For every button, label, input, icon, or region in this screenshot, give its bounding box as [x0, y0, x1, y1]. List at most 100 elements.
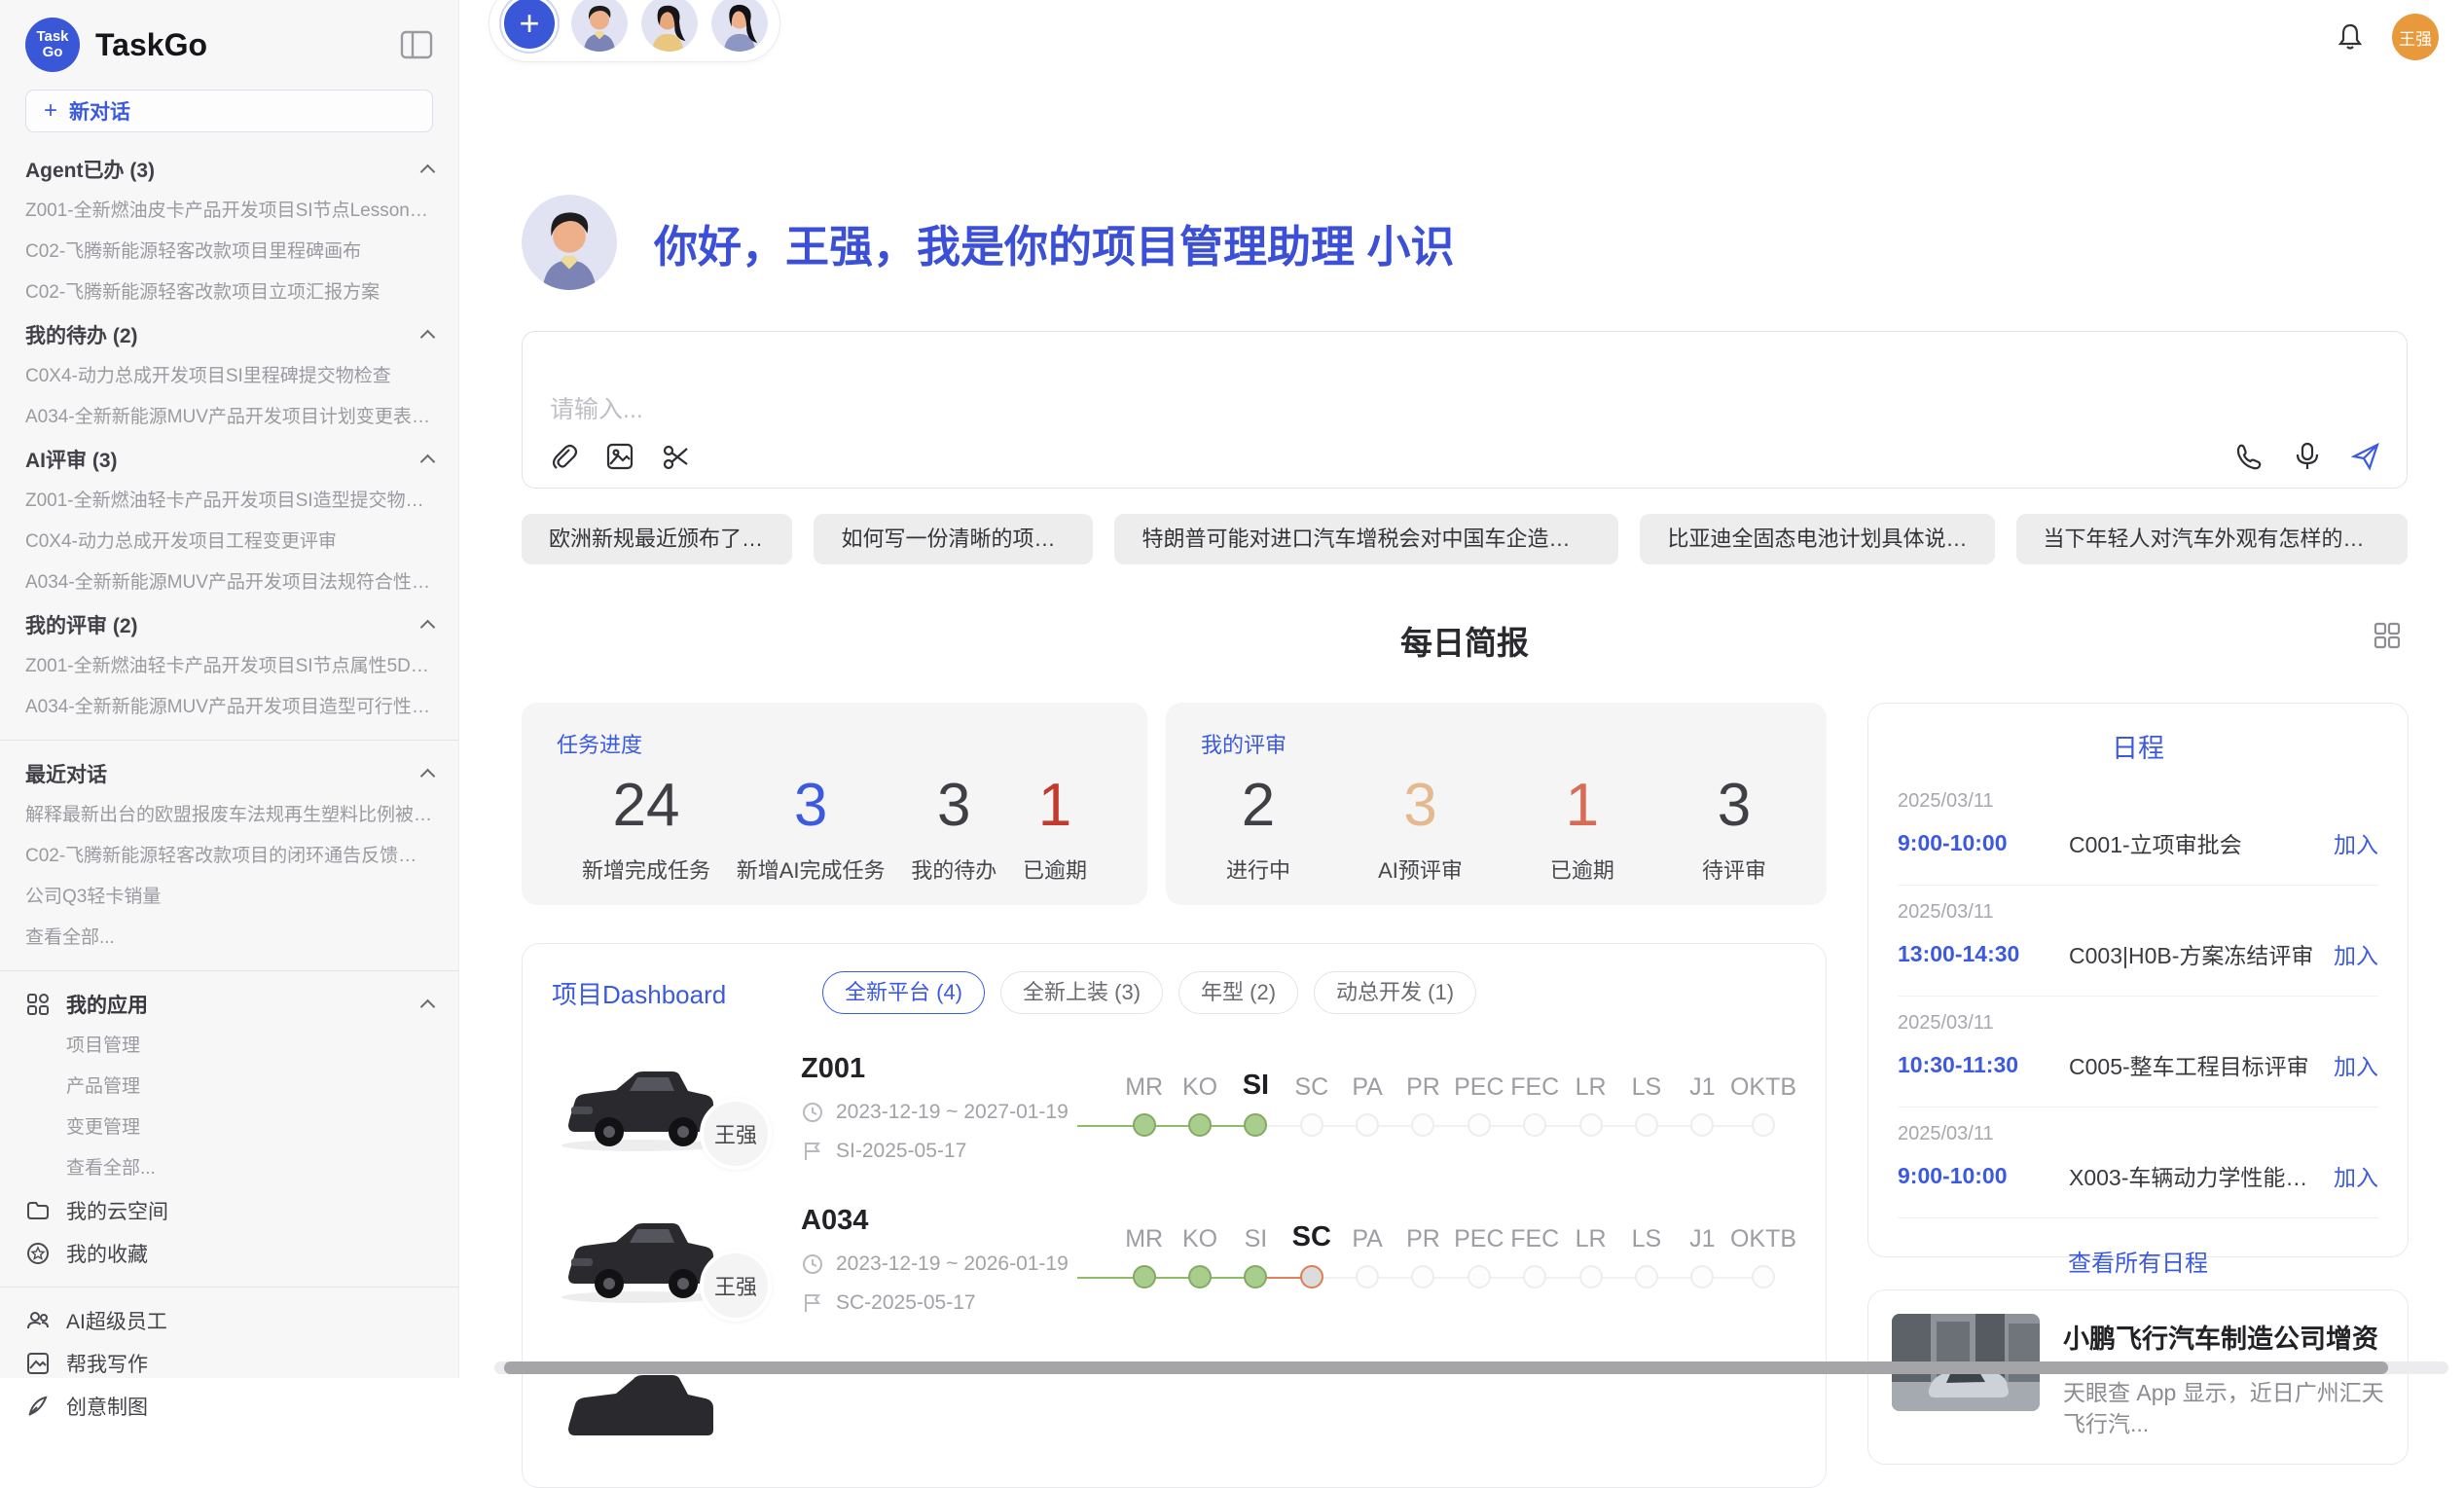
horizontal-scrollbar-thumb[interactable]: [504, 1361, 2388, 1374]
filter-powertrain[interactable]: 动总开发 (1): [1314, 971, 1476, 1014]
attach-icon[interactable]: [548, 441, 579, 472]
milestone-dot: [1690, 1265, 1714, 1288]
view-all-schedule-link[interactable]: 查看所有日程: [1898, 1244, 2378, 1278]
owner-badge: 王强: [700, 1250, 772, 1322]
sidebar-item-favorites[interactable]: 我的收藏: [0, 1232, 458, 1275]
clock-icon: [801, 1252, 824, 1276]
stat-overdue: 1 已逾期: [1023, 771, 1087, 885]
right-column: 日程 2025/03/11 9:00-10:00 C001-立项审批会 加入 2…: [1867, 703, 2409, 1465]
sidebar-item-product-mgmt[interactable]: 产品管理: [0, 1067, 458, 1107]
image-icon[interactable]: [604, 441, 635, 472]
suggestion-chip[interactable]: 如何写一份清晰的项目周报: [814, 514, 1093, 564]
horizontal-scrollbar-track[interactable]: [494, 1361, 2448, 1374]
project-row[interactable]: 王强 A034 2023-12-19 ~ 2026-01-19: [552, 1201, 1796, 1318]
section-agent-done[interactable]: Agent已办 (3): [0, 148, 458, 191]
project-image: 王强: [552, 1049, 746, 1166]
notification-bell-icon[interactable]: [2336, 21, 2365, 53]
list-item[interactable]: C02-飞腾新能源轻客改款项目里程碑画布: [0, 232, 458, 272]
milestone-dot: [1133, 1265, 1156, 1288]
milestone-dot-risk: [1300, 1265, 1323, 1288]
section-my-todo[interactable]: 我的待办 (2): [0, 313, 458, 356]
list-item[interactable]: Z001-全新燃油皮卡产品开发项目SI节点Lesson Learn报告: [0, 191, 458, 232]
people-icon: [25, 1308, 51, 1333]
suggestion-chip[interactable]: 特朗普可能对进口汽车增税会对中国车企造成哪些影响: [1114, 514, 1618, 564]
chat-input[interactable]: 请输入...: [522, 331, 2408, 489]
greeting-text: 你好，王强，我是你的项目管理助理 小识: [654, 211, 1455, 274]
join-link[interactable]: 加入: [2334, 1048, 2378, 1081]
list-item[interactable]: 解释最新出台的欧盟报废车法规再生塑料比例被调至15%...: [0, 795, 458, 836]
daily-briefing-title: 每日简报: [1400, 625, 1529, 661]
list-item[interactable]: C0X4-动力总成开发项目SI里程碑提交物检查: [0, 356, 458, 397]
chevron-up-icon: [420, 330, 436, 345]
list-item[interactable]: C0X4-动力总成开发项目工程变更评审: [0, 522, 458, 563]
milestone-label: OKTB: [1730, 1061, 1796, 1102]
mic-icon[interactable]: [2292, 441, 2323, 472]
milestone-dot: [1188, 1265, 1212, 1288]
dashboard-filters: 全新平台 (4) 全新上装 (3) 年型 (2) 动总开发 (1): [822, 971, 1476, 1014]
schedule-name: C005-整车工程目标评审: [2069, 1048, 2320, 1081]
section-ai-review[interactable]: AI评审 (3): [0, 438, 458, 481]
milestone-dot: [1411, 1265, 1434, 1288]
milestone-label: SC: [1294, 1061, 1328, 1102]
sidebar-item-help-me-write[interactable]: 帮我写作: [0, 1342, 458, 1385]
sidebar-item-my-apps[interactable]: 我的应用: [0, 983, 458, 1026]
send-icon[interactable]: [2350, 441, 2381, 472]
daily-briefing-header: 每日简报: [522, 617, 2408, 664]
layout-grid-icon[interactable]: [2373, 621, 2402, 650]
suggestion-chip[interactable]: 当下年轻人对汽车外观有怎样的喜好趋势: [2016, 514, 2409, 564]
list-item[interactable]: A034-全新新能源MUV产品开发项目法规符合性评审: [0, 563, 458, 603]
list-item[interactable]: A034-全新新能源MUV产品开发项目造型可行性评审: [0, 687, 458, 728]
add-agent-button[interactable]: +: [501, 0, 558, 52]
project-info: Z001 2023-12-19 ~ 2027-01-19 SI-2025-05-…: [801, 1053, 1093, 1163]
suggestion-chip[interactable]: 比亚迪全固态电池计划具体说了什么: [1640, 514, 1994, 564]
agent-avatar-3[interactable]: [711, 0, 768, 52]
sidebar-item-project-mgmt[interactable]: 项目管理: [0, 1026, 458, 1067]
join-link[interactable]: 加入: [2334, 1159, 2378, 1192]
view-all-chats[interactable]: 查看全部...: [0, 918, 458, 959]
list-item[interactable]: Z001-全新燃油轻卡产品开发项目SI造型提交物评审: [0, 481, 458, 522]
filter-new-platform[interactable]: 全新平台 (4): [822, 971, 985, 1014]
sidebar-item-creative-drawing[interactable]: 创意制图: [0, 1385, 458, 1428]
user-avatar[interactable]: 王强: [2392, 14, 2439, 60]
agent-avatar-group: +: [489, 0, 780, 62]
list-item[interactable]: C02-飞腾新能源轻客改款项目立项汇报方案: [0, 272, 458, 313]
project-milestone-tag: SC-2025-05-17: [836, 1291, 976, 1315]
filter-model-year[interactable]: 年型 (2): [1178, 971, 1298, 1014]
milestone-dot: [1300, 1113, 1323, 1137]
list-item[interactable]: 公司Q3轻卡销量: [0, 877, 458, 918]
suggestion-chip[interactable]: 欧洲新规最近颁布了什么?: [522, 514, 792, 564]
list-item[interactable]: A034-全新新能源MUV产品开发项目计划变更表编写: [0, 397, 458, 438]
phone-icon[interactable]: [2233, 441, 2265, 472]
milestone-timeline: MR KO SI SC PA PR PEC FEC LR LS J1 OKTB: [1116, 1061, 1796, 1154]
milestone-label: KO: [1182, 1213, 1217, 1253]
milestone-label-current: SI: [1243, 1061, 1269, 1102]
sidebar-item-change-mgmt[interactable]: 变更管理: [0, 1107, 458, 1148]
news-card[interactable]: 小鹏飞行汽车制造公司增资 天眼查 App 显示，近日广州汇天飞行汽...: [1867, 1289, 2409, 1465]
apps-grid-icon: [25, 992, 51, 1017]
owner-badge: 王强: [700, 1098, 772, 1170]
milestone-dot: [1468, 1265, 1491, 1288]
milestone-dot: [1523, 1113, 1546, 1137]
section-my-review[interactable]: 我的评审 (2): [0, 603, 458, 646]
agent-avatar-2[interactable]: [641, 0, 698, 52]
stat-ai-prereview: 3 AI预评审: [1378, 771, 1463, 885]
agent-avatar-1[interactable]: [571, 0, 628, 52]
sidebar-item-cloud-space[interactable]: 我的云空间: [0, 1189, 458, 1232]
assistant-avatar: [522, 195, 617, 290]
scissors-icon[interactable]: [661, 441, 692, 472]
new-chat-button[interactable]: + 新对话: [25, 90, 433, 132]
sidebar-item-ai-super-staff[interactable]: AI超级员工: [0, 1299, 458, 1342]
sidebar-collapse-icon[interactable]: [400, 30, 433, 59]
list-item[interactable]: Z001-全新燃油轻卡产品开发项目SI节点属性5D文件评审: [0, 646, 458, 687]
milestone-label: PR: [1406, 1061, 1440, 1102]
view-all-apps[interactable]: 查看全部...: [0, 1148, 458, 1189]
join-link[interactable]: 加入: [2334, 826, 2378, 859]
filter-new-body[interactable]: 全新上装 (3): [1000, 971, 1163, 1014]
project-row[interactable]: 王强 Z001 2023-12-19 ~ 2027-01-19: [552, 1049, 1796, 1166]
flag-icon: [801, 1140, 824, 1163]
list-item[interactable]: C02-飞腾新能源轻客改款项目的闭环通告反馈情况: [0, 836, 458, 877]
milestone-dot: [1411, 1113, 1434, 1137]
join-link[interactable]: 加入: [2334, 937, 2378, 970]
schedule-date: 2025/03/11: [1898, 790, 2378, 813]
section-recent-chats[interactable]: 最近对话: [0, 752, 458, 795]
